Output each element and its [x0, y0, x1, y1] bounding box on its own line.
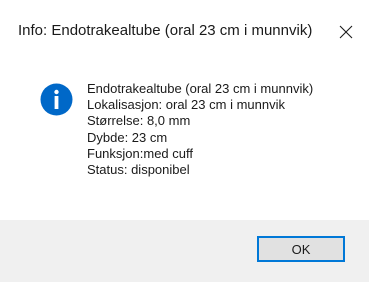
message-line: Lokalisasjon: oral 23 cm i munnvik	[87, 97, 285, 113]
title-bar: Info: Endotrakealtube (oral 23 cm i munn…	[0, 0, 369, 62]
info-icon	[40, 83, 73, 116]
ok-button[interactable]: OK	[257, 236, 345, 262]
message-line: Endotrakealtube (oral 23 cm i munnvik)	[87, 81, 314, 96]
dialog-title: Info: Endotrakealtube (oral 23 cm i munn…	[18, 22, 313, 39]
info-dialog: Info: Endotrakealtube (oral 23 cm i munn…	[0, 0, 369, 282]
dialog-message: Endotrakealtube (oral 23 cm i munnvik) L…	[87, 81, 313, 178]
button-bar: OK	[0, 220, 369, 282]
message-line: Størrelse: 8,0 mm	[87, 113, 191, 129]
close-icon	[339, 25, 353, 39]
message-line: Status: disponibel	[87, 162, 190, 178]
dialog-content: Endotrakealtube (oral 23 cm i munnvik) L…	[0, 62, 369, 220]
message-line: Funksjon:med cuff	[87, 145, 193, 161]
close-button[interactable]	[326, 14, 366, 50]
message-line: Dybde: 23 cm	[87, 129, 168, 145]
